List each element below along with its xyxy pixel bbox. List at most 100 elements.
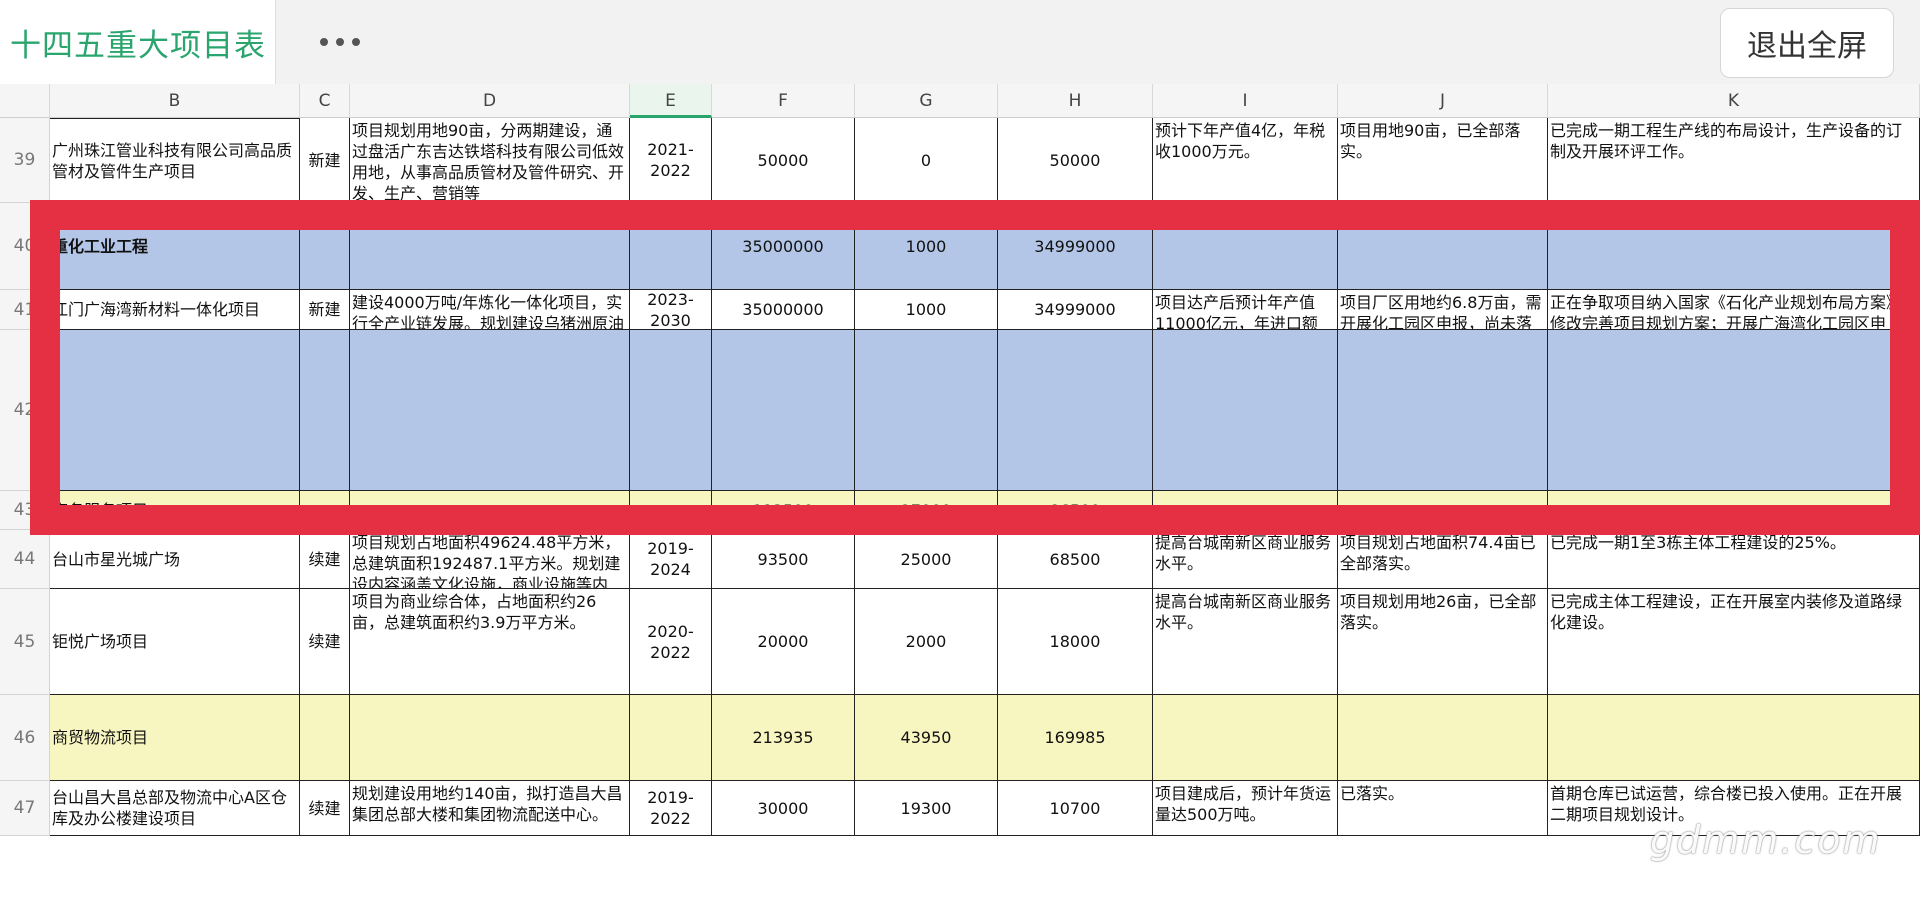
table-cell-k[interactable] [1548,203,1920,290]
table-cell-i[interactable] [1153,203,1338,290]
table-cell-g[interactable]: 1000 [855,290,998,330]
table-cell-b[interactable] [50,330,300,491]
table-cell-g[interactable]: 1000 [855,203,998,290]
table-cell-i[interactable]: 项目建成后，预计年货运量达500万吨。 [1153,781,1338,836]
table-cell-g[interactable]: 27000 [855,491,998,530]
table-cell-k[interactable] [1548,695,1920,781]
table-cell-f[interactable]: 213935 [712,695,855,781]
table-cell-h[interactable]: 18000 [998,589,1153,695]
table-cell-e[interactable] [630,695,712,781]
table-cell-f[interactable]: 113500 [712,491,855,530]
table-cell-j[interactable]: 项目厂区用地约6.8万亩，需开展化工园区申报，尚未落实。 [1338,290,1548,330]
column-header-h[interactable]: H [998,84,1153,118]
column-header-k[interactable]: K [1548,84,1920,118]
table-cell-g[interactable] [855,330,998,491]
table-cell-f[interactable] [712,330,855,491]
table-cell-g[interactable]: 43950 [855,695,998,781]
table-cell-e[interactable]: 2021-2022 [630,118,712,203]
table-cell-j[interactable]: 项目规划用地26亩，已全部落实。 [1338,589,1548,695]
spreadsheet-grid[interactable]: B C D E F G H I J K 39 广州珠江管业科技有限公司高品质管材及管件生产项目 新建 项目… [0,84,1920,904]
column-header-e[interactable]: E [630,84,712,118]
table-cell-k[interactable] [1548,491,1920,530]
table-cell-j[interactable] [1338,330,1548,491]
more-options-button[interactable] [305,22,375,62]
table-cell-h[interactable]: 50000 [998,118,1153,203]
table-cell-d[interactable] [350,203,630,290]
table-cell-c[interactable]: 续建 [300,530,350,589]
table-cell-c[interactable] [300,491,350,530]
table-cell-c[interactable]: 新建 [300,118,350,203]
table-cell-d[interactable]: 项目为商业综合体，占地面积约26亩，总建筑面积约3.9万平方米。 [350,589,630,695]
table-cell-k[interactable]: 已完成主体工程建设，正在开展室内装修及道路绿化建设。 [1548,589,1920,695]
table-cell-c[interactable]: 新建 [300,290,350,330]
row-header[interactable]: 40 [0,203,50,290]
row-header[interactable]: 43 [0,491,50,530]
table-cell-c[interactable]: 续建 [300,589,350,695]
row-header[interactable]: 45 [0,589,50,695]
table-cell-d[interactable]: 规划建设用地约140亩，拟打造昌大昌集团总部大楼和集团物流配送中心。 [350,781,630,836]
table-cell-b[interactable]: 商务服务项目 [50,491,300,530]
table-cell-h[interactable]: 10700 [998,781,1153,836]
table-cell-b[interactable]: 台山昌大昌总部及物流中心A区仓库及办公楼建设项目 [50,781,300,836]
table-cell-c[interactable] [300,203,350,290]
table-cell-h[interactable]: 68500 [998,530,1153,589]
table-cell-f[interactable]: 93500 [712,530,855,589]
table-cell-b[interactable]: 重化工业工程 [50,203,300,290]
table-cell-e[interactable] [630,491,712,530]
table-cell-k[interactable]: 已完成一期工程生产线的布局设计，生产设备的订制及开展环评工作。 [1548,118,1920,203]
table-cell-b[interactable]: 钜悦广场项目 [50,589,300,695]
table-cell-i[interactable] [1153,695,1338,781]
column-header-b[interactable]: B [50,84,300,118]
row-header[interactable]: 47 [0,781,50,836]
row-header[interactable]: 44 [0,530,50,589]
table-cell-f[interactable]: 20000 [712,589,855,695]
table-cell-d[interactable]: 项目规划占地面积49624.48平方米，总建筑面积192487.1平方米。规划建… [350,530,630,589]
row-header[interactable]: 41 [0,290,50,330]
table-cell-h[interactable]: 86500 [998,491,1153,530]
table-cell-h[interactable] [998,330,1153,491]
table-cell-c[interactable] [300,695,350,781]
table-cell-d[interactable] [350,695,630,781]
column-header-i[interactable]: I [1153,84,1338,118]
table-cell-c[interactable]: 续建 [300,781,350,836]
table-cell-e[interactable] [630,330,712,491]
table-cell-b[interactable]: 广州珠江管业科技有限公司高品质管材及管件生产项目 [50,118,300,203]
select-all-corner[interactable] [0,84,50,118]
table-cell-i[interactable] [1153,330,1338,491]
table-cell-j[interactable] [1338,695,1548,781]
table-cell-k[interactable] [1548,330,1920,491]
table-cell-e[interactable]: 2020-2022 [630,589,712,695]
table-cell-h[interactable]: 34999000 [998,290,1153,330]
table-cell-f[interactable]: 35000000 [712,290,855,330]
table-cell-i[interactable]: 提高台城南新区商业服务水平。 [1153,589,1338,695]
table-cell-i[interactable]: 预计下年产值4亿，年税收1000万元。 [1153,118,1338,203]
exit-fullscreen-button[interactable]: 退出全屏 [1720,8,1894,78]
table-cell-k[interactable]: 正在争取项目纳入国家《石化产业规划布局方案》；修改完善项目规划方案；开展广海湾化… [1548,290,1920,330]
table-cell-f[interactable]: 50000 [712,118,855,203]
table-cell-g[interactable]: 19300 [855,781,998,836]
table-cell-c[interactable] [300,330,350,491]
column-header-g[interactable]: G [855,84,998,118]
row-header[interactable]: 46 [0,695,50,781]
row-header[interactable]: 42 [0,330,50,491]
column-header-c[interactable]: C [300,84,350,118]
table-cell-j[interactable] [1338,491,1548,530]
table-cell-b[interactable]: 商贸物流项目 [50,695,300,781]
table-cell-d[interactable] [350,330,630,491]
table-cell-k[interactable]: 已完成一期1至3栋主体工程建设的25%。 [1548,530,1920,589]
table-cell-d[interactable]: 建设4000万吨/年炼化一体化项目，实行全产业链发展。规划建设乌猪洲原油罐区，广… [350,290,630,330]
table-cell-e[interactable]: 2023-2030 [630,290,712,330]
table-cell-e[interactable]: 2019-2022 [630,781,712,836]
table-cell-j[interactable]: 项目用地90亩，已全部落实。 [1338,118,1548,203]
table-cell-i[interactable] [1153,491,1338,530]
table-cell-f[interactable]: 30000 [712,781,855,836]
column-header-j[interactable]: J [1338,84,1548,118]
table-cell-g[interactable]: 0 [855,118,998,203]
table-cell-d[interactable] [350,491,630,530]
table-cell-g[interactable]: 25000 [855,530,998,589]
table-cell-g[interactable]: 2000 [855,589,998,695]
table-cell-h[interactable]: 169985 [998,695,1153,781]
table-cell-i[interactable]: 项目达产后预计年产值11000亿元，年进口额210亿美元，年出口额120亿美元，… [1153,290,1338,330]
table-cell-b[interactable]: 台山市星光城广场 [50,530,300,589]
table-cell-h[interactable]: 34999000 [998,203,1153,290]
